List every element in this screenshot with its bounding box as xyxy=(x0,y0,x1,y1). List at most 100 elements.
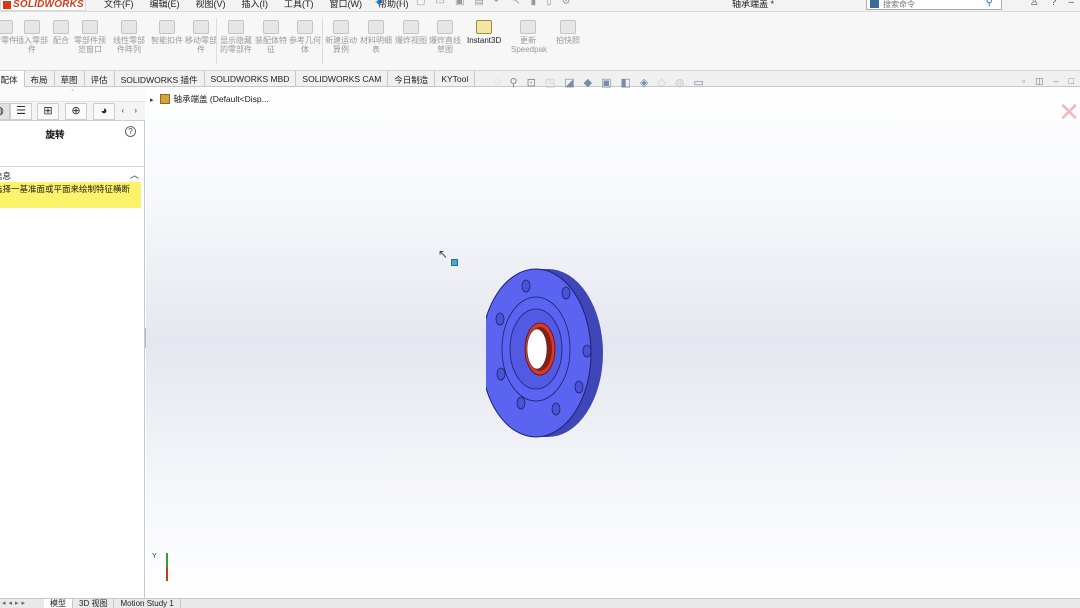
tab-model[interactable]: 模型 xyxy=(44,599,73,608)
select-icon[interactable]: ↖ xyxy=(512,0,520,7)
tab-solidworks-cam[interactable]: SOLIDWORKS CAM xyxy=(296,71,389,87)
linear-pattern-icon xyxy=(121,20,137,34)
search-icon[interactable]: ⚲ xyxy=(986,0,993,8)
assembly-features-label: 装配体特征 xyxy=(255,36,287,54)
file-properties-icon[interactable]: ▯ xyxy=(546,0,552,7)
view-orientation-icon[interactable]: ▣ xyxy=(601,76,611,89)
reference-geometry-button[interactable]: 参考几何体 xyxy=(288,20,322,54)
smart-fasteners-button[interactable]: 智能扣件 xyxy=(150,20,184,45)
hide-show-items-icon[interactable]: ◈ xyxy=(640,76,648,89)
exploded-view-button[interactable]: 爆炸视图 xyxy=(394,20,428,45)
tab-navigation-arrows-icon[interactable]: ◂◂▸▸ xyxy=(0,599,44,608)
home-icon[interactable]: ⌂ xyxy=(400,0,406,7)
section-view-icon[interactable]: ◪ xyxy=(564,76,574,89)
new-motion-study-button[interactable]: 新建运动算例 xyxy=(324,20,358,54)
minimize-icon[interactable]: – xyxy=(1068,0,1074,8)
tab-evaluate[interactable]: 评估 xyxy=(85,71,115,87)
zoom-to-fit-icon[interactable]: ⚲ xyxy=(510,76,518,89)
tab-sketch[interactable]: 草图 xyxy=(55,71,85,87)
reference-geometry-label: 参考几何体 xyxy=(289,36,321,54)
edit-appearance-icon[interactable]: ◇ xyxy=(657,76,665,89)
message-group-header[interactable]: 信息 ︿ xyxy=(0,166,145,181)
instant3d-button[interactable]: Instant3D xyxy=(467,20,501,45)
search-commands-input[interactable]: 搜索命令 ⚲ xyxy=(866,0,1002,10)
bore-hole xyxy=(526,328,548,370)
undo-icon[interactable]: ↶ xyxy=(494,0,502,7)
user-account-icon[interactable]: ♙ xyxy=(1030,0,1039,8)
apply-scene-icon[interactable]: ◍ xyxy=(675,76,685,89)
pin-icon[interactable]: ✦ xyxy=(374,0,383,9)
previous-view-icon[interactable]: ◌ xyxy=(494,76,501,89)
explode-line-sketch-label: 爆炸直线草图 xyxy=(429,36,461,54)
speedpak-icon xyxy=(520,20,536,34)
tab-solidworks-addins[interactable]: SOLIDWORKS 插件 xyxy=(115,71,205,87)
tab-assembly[interactable]: 装配体 xyxy=(0,71,25,87)
tab-manufacturing[interactable]: 今日制造 xyxy=(388,71,436,87)
search-placeholder: 搜索命令 xyxy=(883,0,915,9)
assembly-features-button[interactable]: 装配体特征 xyxy=(254,20,288,54)
linear-pattern-button[interactable]: 线性零部件阵列 xyxy=(110,20,148,54)
tab-layout[interactable]: 布局 xyxy=(25,71,55,87)
brand-name: SOLIDWORKS xyxy=(13,0,84,10)
explode-line-sketch-button[interactable]: 爆炸直线草图 xyxy=(428,20,462,54)
bolt-hole xyxy=(495,312,505,326)
zoom-to-area-icon[interactable]: ⊡ xyxy=(527,76,536,89)
tab-3d-views[interactable]: 3D 视图 xyxy=(73,599,115,608)
menu-tools[interactable]: 工具(T) xyxy=(284,0,314,10)
help-icon[interactable]: ? xyxy=(1051,0,1057,8)
rebuild-icon[interactable]: ▮ xyxy=(531,0,537,7)
menu-window[interactable]: 窗口(W) xyxy=(330,0,363,10)
new-document-icon[interactable]: ▢ xyxy=(416,0,425,7)
dynamic-annotation-icon[interactable]: ◆ xyxy=(584,76,592,89)
display-style-icon[interactable]: ◧ xyxy=(621,76,631,89)
insert-component-icon xyxy=(24,20,40,34)
document-title: 轴承端盖 * xyxy=(732,0,775,9)
chevron-up-icon[interactable]: ︿ xyxy=(130,168,139,181)
restore-icon[interactable]: ▫ xyxy=(1022,76,1025,87)
save-icon[interactable]: ▣ xyxy=(455,0,464,7)
menu-view[interactable]: 视图(V) xyxy=(196,0,226,10)
tab-solidworks-mbd[interactable]: SOLIDWORKS MBD xyxy=(205,71,297,87)
help-icon[interactable]: ? xyxy=(125,126,136,137)
tab-scroll-arrows[interactable]: ‹ › xyxy=(121,106,141,115)
display-manager-tab[interactable]: ◕ xyxy=(93,103,115,120)
flange-cover-model[interactable] xyxy=(486,263,626,443)
tab-motion-study-1[interactable]: Motion Study 1 xyxy=(114,599,181,608)
panel-grip[interactable]: ◦ xyxy=(0,87,145,102)
expand-arrow-icon[interactable]: ▸ xyxy=(150,97,154,104)
show-hidden-components-button[interactable]: 显示隐藏的零部件 xyxy=(219,20,253,54)
configuration-manager-tab[interactable]: ⊞ xyxy=(37,103,59,120)
reference-triad: Y xyxy=(152,553,178,583)
solidworks-logo[interactable]: SOLIDWORKS xyxy=(0,0,86,11)
move-component-icon xyxy=(193,20,209,34)
close-x-icon[interactable]: ✕ xyxy=(1058,97,1080,128)
component-preview-icon xyxy=(82,20,98,34)
view-settings-icon[interactable]: ▭ xyxy=(693,76,703,89)
component-preview-button[interactable]: 零部件预览窗口 xyxy=(73,20,107,54)
options-gear-icon[interactable]: ⚙ xyxy=(562,0,571,7)
tab-kytool[interactable]: KYTool xyxy=(435,71,476,87)
bottom-tab-bar: ◂◂▸▸ 模型 3D 视图 Motion Study 1 xyxy=(0,598,1080,608)
graphics-area[interactable]: ▸ 轴承端盖 (Default<Disp... ↖ ✕ Y xyxy=(146,87,1080,598)
instant3d-icon xyxy=(476,20,492,34)
bill-of-materials-button[interactable]: 材料明细表 xyxy=(359,20,393,54)
menu-file[interactable]: 文件(F) xyxy=(104,0,134,10)
maximize-viewport-icon[interactable]: □ xyxy=(1069,76,1074,87)
tile-icon[interactable]: ◫ xyxy=(1035,76,1044,87)
move-component-button[interactable]: 移动零部件 xyxy=(184,20,218,54)
take-snapshot-button[interactable]: 拍快照 xyxy=(551,20,585,45)
property-manager-tab[interactable]: ☰ xyxy=(10,103,32,120)
menu-insert[interactable]: 插入(I) xyxy=(242,0,269,10)
print-icon[interactable]: ▤ xyxy=(474,0,483,7)
update-speedpak-button[interactable]: 更新Speedpak xyxy=(511,20,548,54)
flyout-feature-tree-root[interactable]: ▸ 轴承端盖 (Default<Disp... xyxy=(150,93,269,105)
dimxpert-manager-tab[interactable]: ⊕ xyxy=(65,103,87,120)
open-icon[interactable]: ▭ xyxy=(436,0,445,7)
menu-edit[interactable]: 编辑(E) xyxy=(150,0,180,10)
update-speedpak-label: 更新Speedpak xyxy=(511,36,548,54)
minimize-viewport-icon[interactable]: – xyxy=(1054,76,1059,87)
new-part-icon xyxy=(0,20,13,34)
mate-label: 配合 xyxy=(53,36,69,45)
previous-view-2-icon[interactable]: ◳ xyxy=(545,76,555,89)
feature-manager-tab[interactable]: ◍ xyxy=(0,103,10,120)
